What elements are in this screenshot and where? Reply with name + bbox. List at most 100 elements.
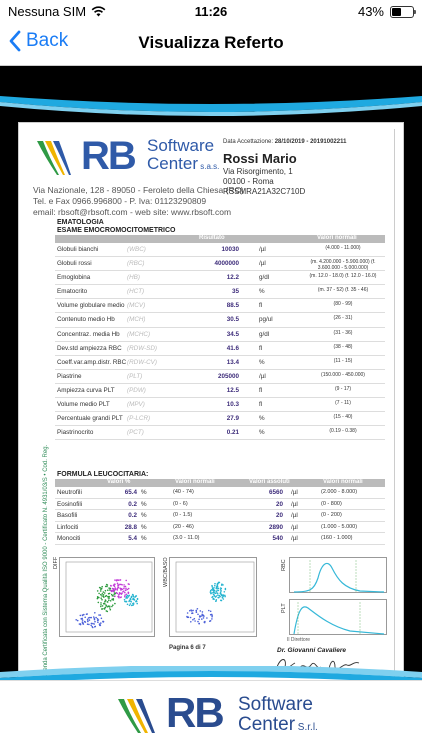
- scatter-point: [104, 603, 106, 605]
- scatter-point: [104, 599, 107, 602]
- scatter-point: [128, 604, 131, 607]
- scatter-point: [186, 612, 189, 614]
- footer-center-line: Center S.r.l.: [238, 715, 318, 738]
- test-result: 0.21: [226, 429, 239, 437]
- scatter-point: [224, 588, 227, 591]
- scatter-point: [79, 623, 82, 625]
- scatter-point: [104, 606, 107, 609]
- scatter-point: [222, 584, 224, 586]
- logo-rb-text: RB: [81, 134, 137, 178]
- scatter-point: [114, 602, 116, 605]
- scatter-point: [124, 591, 126, 594]
- leuko-abs-unit: /µl: [291, 535, 298, 542]
- rbc-histogram-svg: [293, 560, 385, 593]
- status-right: 43%: [358, 4, 416, 19]
- scatter-point: [100, 587, 103, 590]
- test-result: 10.3: [226, 401, 239, 409]
- scatter-point: [83, 613, 85, 616]
- test-name: Globuli bianchi: [57, 246, 99, 253]
- scatter-point: [87, 620, 89, 623]
- plot-wbc-label: WBC/BASO: [163, 557, 169, 587]
- test-code: (PDW): [127, 386, 146, 394]
- company-address: Via Nazionale, 128 - 89050 - Feroleto de…: [33, 185, 244, 195]
- test-result: 10030: [221, 246, 239, 253]
- scatter-point: [220, 599, 222, 602]
- leukocyte-table: Valori % Valori normali Valori assoluti …: [55, 479, 385, 545]
- scatter-point: [113, 585, 116, 588]
- leuko-normal-pct: (0 - 6): [173, 500, 188, 507]
- scatter-point: [124, 594, 126, 596]
- scatter-point: [94, 612, 96, 614]
- director-label: Il Direttore: [287, 637, 311, 643]
- header-risultato: Risultato: [199, 235, 225, 241]
- header-normal1: Valori normali: [175, 479, 215, 485]
- logo-software-text: Software: [147, 136, 215, 155]
- scatter-point: [100, 605, 102, 608]
- scatter-point: [104, 589, 107, 592]
- scatter-point: [223, 591, 226, 593]
- test-name: Percentuale grandi PLT: [57, 415, 123, 423]
- patient-city: 00100 - Roma: [223, 177, 274, 186]
- test-code: (MCHC): [127, 330, 151, 338]
- leuko-name: Neutrofili: [57, 489, 82, 496]
- test-name: Piastrinocrito: [57, 429, 94, 437]
- report-viewer[interactable]: RB Software Center s.a.s. Via Nazionale,…: [0, 66, 422, 684]
- scatter-point: [112, 594, 114, 597]
- leuko-abs: 2890: [268, 523, 283, 531]
- scatter-point: [124, 589, 127, 592]
- scatter-point: [212, 593, 215, 596]
- back-button[interactable]: Back: [8, 30, 68, 52]
- scatter-point: [108, 599, 110, 601]
- scatter-point: [121, 592, 123, 594]
- scatter-point: [101, 598, 103, 601]
- scatter-point: [92, 626, 94, 629]
- leuko-name: Linfociti: [57, 523, 79, 531]
- test-name: Volume medio PLT: [57, 401, 110, 409]
- scatter-point: [109, 587, 112, 590]
- leuko-abs-unit: /µl: [291, 512, 298, 519]
- scatter-point: [132, 595, 135, 598]
- test-code: (HB): [127, 274, 140, 282]
- test-result: 13.4: [226, 358, 239, 366]
- test-unit: %: [259, 415, 265, 423]
- scatter-point: [107, 597, 110, 599]
- test-result: 35: [231, 288, 239, 296]
- scatter-point: [100, 608, 103, 610]
- app-window: Nessuna SIM 11:26 43% Back Visualizza Re…: [0, 0, 422, 750]
- battery-icon: [390, 5, 416, 18]
- test-result: 12.2: [226, 274, 239, 282]
- diff-scatter-svg: [65, 561, 153, 633]
- section-esame: ESAME EMOCROMOCITOMETRICO: [57, 227, 176, 234]
- report-page: RB Software Center s.a.s. Via Nazionale,…: [29, 129, 395, 679]
- test-normal-range: (0.19 - 0.38): [329, 428, 357, 435]
- scatter-point: [124, 600, 127, 603]
- scatter-point: [216, 586, 219, 588]
- scatter-point: [201, 618, 203, 620]
- page-number: Pagina 6 di 7: [169, 645, 206, 651]
- scatter-point: [94, 625, 97, 628]
- scatter-point: [197, 613, 199, 616]
- leuko-normal-pct: (0 - 1.5): [173, 512, 193, 518]
- scatter-point: [93, 618, 96, 621]
- plot-diff-label: DIFF: [53, 556, 59, 569]
- company-phone: Tel. e Fax 0966.996800 - P. Iva: 0112329…: [33, 196, 207, 206]
- leuko-normal-abs: (1.000 - 5.000): [321, 523, 358, 530]
- scatter-point: [210, 592, 212, 595]
- status-bar: Nessuna SIM 11:26 43%: [0, 0, 422, 22]
- leuko-normal-abs: (2.000 - 8.000): [321, 489, 358, 495]
- test-name: Volume globulare medio: [57, 302, 125, 310]
- leuko-name: Eosinofili: [57, 500, 83, 508]
- test-unit: g/dl: [259, 330, 270, 338]
- back-label: Back: [26, 30, 69, 51]
- scatter-point: [190, 621, 192, 623]
- test-code: (RDW-CV): [127, 358, 157, 366]
- scatter-point: [208, 609, 210, 612]
- scatter-point: [84, 616, 86, 619]
- scatter-point: [195, 611, 198, 613]
- leuko-abs: 20: [275, 500, 283, 508]
- patient-street: Via Risorgimento, 1: [223, 167, 293, 176]
- scatter-point: [105, 594, 108, 597]
- scatter-point: [123, 598, 126, 601]
- scatter-point: [116, 589, 119, 591]
- test-code: (PCT): [127, 429, 144, 437]
